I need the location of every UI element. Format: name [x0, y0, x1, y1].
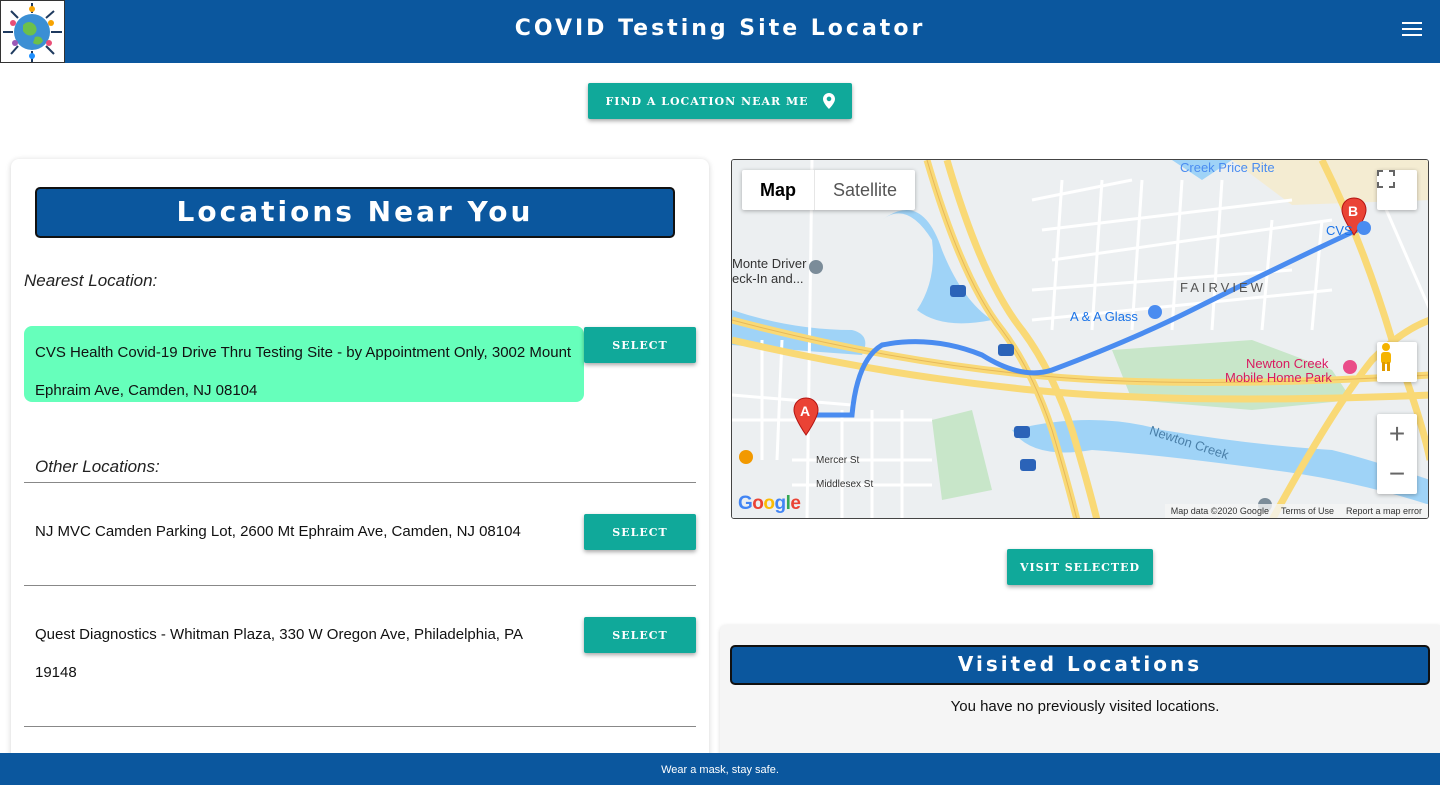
zoom-control: + − — [1377, 414, 1417, 494]
map-label-monte-driver: Monte Driver — [732, 256, 807, 271]
divider — [24, 585, 696, 586]
app-title: COVID Testing Site Locator — [514, 16, 926, 41]
divider — [24, 482, 696, 483]
map-label-newton-creek-mhp: Newton Creek — [1246, 356, 1329, 371]
map-type-map-button[interactable]: Map — [742, 170, 814, 210]
zoom-out-icon[interactable]: − — [1377, 454, 1417, 494]
google-logo: Google — [738, 493, 801, 514]
list-item: Quest Diagnostics - Whitman Plaza, 330 W… — [35, 626, 523, 681]
page-footer: Wear a mask, stay safe. — [0, 753, 1440, 785]
nearest-location-item: CVS Health Covid-19 Drive Thru Testing S… — [24, 326, 584, 402]
map-label-monte-driver-2: eck-In and... — [732, 271, 804, 286]
locations-panel: Locations Near You Nearest Location: CVS… — [11, 159, 709, 785]
visit-selected-button[interactable]: Visit Selected — [1007, 549, 1153, 585]
map-label-price-rite: Creek Price Rite — [1180, 160, 1275, 175]
find-location-label: Find a location near me — [605, 94, 809, 108]
street-view-pegman-icon[interactable] — [1377, 342, 1417, 382]
hamburger-menu-icon[interactable] — [1402, 22, 1422, 38]
map-view[interactable]: Monte Driver eck-In and... Creek Price R… — [731, 159, 1429, 519]
marker-a-label: A — [800, 403, 811, 419]
map-type-control: Map Satellite — [742, 170, 916, 210]
map-label-aa-glass: A & A Glass — [1070, 309, 1138, 324]
terms-link[interactable]: Terms of Use — [1275, 504, 1340, 518]
app-header: COVID Testing Site Locator — [0, 0, 1440, 63]
visited-title: Visited Locations — [730, 645, 1430, 685]
locations-title: Locations Near You — [35, 187, 675, 238]
location-pin-icon — [822, 93, 835, 109]
find-location-button[interactable]: Find a location near me — [588, 83, 852, 119]
fullscreen-icon[interactable] — [1377, 170, 1417, 210]
map-label-cvs: CVS — [1326, 223, 1353, 238]
map-label-mobile-home-park: Mobile Home Park — [1225, 370, 1332, 385]
report-error-link[interactable]: Report a map error — [1340, 504, 1428, 518]
other-locations-label: Other Locations: — [35, 457, 160, 476]
select-nearest-button[interactable]: Select — [584, 327, 696, 363]
nearest-location-label: Nearest Location: — [24, 271, 158, 290]
map-label-mercer: Mercer St — [816, 455, 860, 466]
zoom-in-icon[interactable]: + — [1377, 414, 1417, 454]
map-type-satellite-button[interactable]: Satellite — [814, 170, 915, 210]
marker-b-label: B — [1348, 203, 1359, 219]
map-data-text: Map data ©2020 Google — [1170, 506, 1269, 516]
select-location-button[interactable]: Select — [584, 617, 696, 653]
map-attribution: Map data ©2020 Google Terms of Use Repor… — [1164, 504, 1428, 518]
list-item: NJ MVC Camden Parking Lot, 2600 Mt Ephra… — [35, 523, 521, 540]
select-location-button[interactable]: Select — [584, 514, 696, 550]
map-label-fairview: FAIRVIEW — [1180, 280, 1266, 295]
divider — [24, 726, 696, 727]
visited-empty-message: You have no previously visited locations… — [950, 698, 1220, 715]
map-label-middlesex: Middlesex St — [816, 479, 874, 490]
